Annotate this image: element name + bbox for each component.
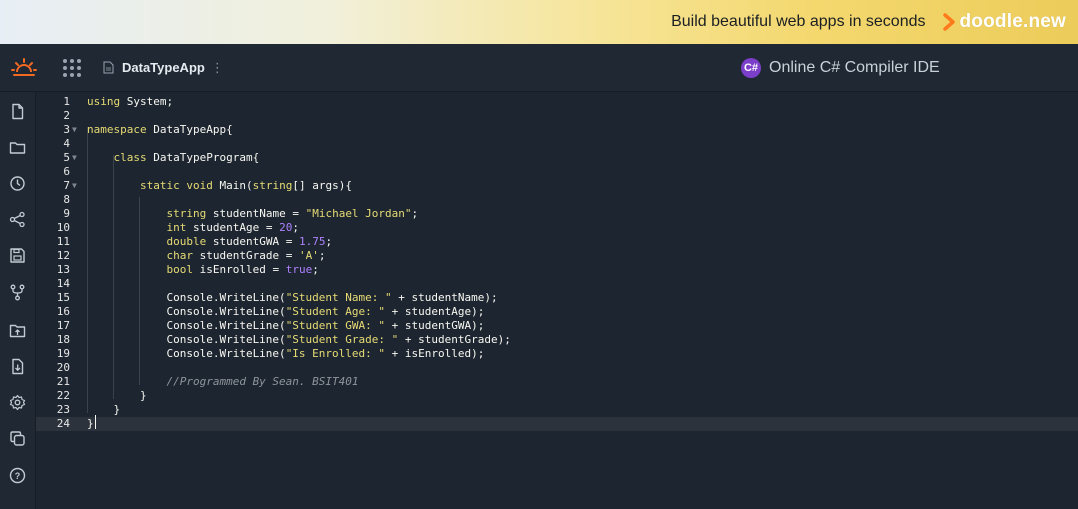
- download-icon[interactable]: [7, 356, 27, 376]
- code-line[interactable]: 3 ▼ namespace DataTypeApp{: [36, 123, 1078, 137]
- line-number: 1: [63, 95, 70, 108]
- code-text: }: [87, 389, 147, 402]
- line-number: 18: [56, 333, 70, 346]
- sunrise-logo-icon[interactable]: [11, 55, 37, 81]
- banner-text: Build beautiful web apps in seconds: [671, 13, 926, 30]
- apps-grid-icon[interactable]: [63, 58, 81, 77]
- fold-toggle-icon[interactable]: ▼: [72, 179, 77, 193]
- code-line[interactable]: 19 Console.WriteLine("Is Enrolled: " + i…: [36, 347, 1078, 361]
- code-line[interactable]: 14: [36, 277, 1078, 291]
- code-text: bool isEnrolled = true;: [166, 263, 319, 276]
- line-number: 3: [63, 123, 70, 136]
- line-number: 10: [56, 221, 70, 234]
- settings-icon[interactable]: [7, 392, 27, 412]
- promo-banner[interactable]: Build beautiful web apps in seconds dood…: [0, 0, 1078, 44]
- line-number: 15: [56, 291, 70, 304]
- line-number: 9: [63, 207, 70, 220]
- folder-icon[interactable]: [7, 137, 27, 157]
- code-line[interactable]: 4: [36, 137, 1078, 151]
- code-text: class DataTypeProgram{: [113, 151, 260, 164]
- code-line[interactable]: 16 Console.WriteLine("Student Age: " + s…: [36, 305, 1078, 319]
- line-number: 24: [56, 417, 70, 430]
- line-number: 20: [56, 361, 70, 374]
- code-line[interactable]: 13 bool isEnrolled = true;: [36, 263, 1078, 277]
- code-line[interactable]: 11 double studentGWA = 1.75;: [36, 235, 1078, 249]
- save-icon[interactable]: [7, 245, 27, 265]
- code-line[interactable]: 6: [36, 165, 1078, 179]
- upload-folder-icon[interactable]: [7, 320, 27, 340]
- line-number: 17: [56, 319, 70, 332]
- line-number: 14: [56, 277, 70, 290]
- text-cursor: [95, 415, 96, 429]
- more-options-icon[interactable]: ⋮: [211, 60, 224, 76]
- code-line[interactable]: 15 Console.WriteLine("Student Name: " + …: [36, 291, 1078, 305]
- code-line[interactable]: 5 ▼ class DataTypeProgram{: [36, 151, 1078, 165]
- svg-text:?: ?: [14, 471, 20, 481]
- code-text: Console.WriteLine("Student Age: " + stud…: [87, 305, 485, 318]
- code-text: //Programmed By Sean. BSIT401: [87, 375, 359, 388]
- code-text: char studentGrade = 'A';: [166, 249, 326, 262]
- line-number: 22: [56, 389, 70, 402]
- code-line[interactable]: 21 //Programmed By Sean. BSIT401: [36, 375, 1078, 389]
- line-number: 7: [63, 179, 70, 192]
- code-line[interactable]: 7 ▼ static void Main(string[] args){: [36, 179, 1078, 193]
- new-file-icon[interactable]: [7, 101, 27, 121]
- fold-toggle-icon[interactable]: ▼: [72, 123, 77, 137]
- file-tab[interactable]: DataTypeApp ⋮: [103, 60, 224, 76]
- code-text: int studentAge = 20;: [166, 221, 299, 234]
- code-line[interactable]: 22 }: [36, 389, 1078, 403]
- line-number: 19: [56, 347, 70, 360]
- csharp-icon: C#: [741, 58, 761, 78]
- document-icon: [103, 61, 114, 74]
- code-text: namespace DataTypeApp{: [87, 123, 233, 136]
- code-line[interactable]: 9 string studentName = "Michael Jordan";: [36, 207, 1078, 221]
- line-number: 13: [56, 263, 70, 276]
- chevron-right-icon: [942, 13, 955, 31]
- code-text: Console.WriteLine("Student Name: " + stu…: [87, 291, 498, 304]
- ide-title: C# Online C# Compiler IDE: [741, 58, 940, 78]
- code-line[interactable]: 2: [36, 109, 1078, 123]
- code-editor[interactable]: 1 using System; 2 3 ▼ namespace DataTypeApp{4…: [36, 92, 1078, 509]
- code-line[interactable]: 8: [36, 193, 1078, 207]
- code-line[interactable]: 23 }: [36, 403, 1078, 417]
- code-line[interactable]: 20: [36, 361, 1078, 375]
- line-number: 8: [63, 193, 70, 206]
- history-icon[interactable]: [7, 173, 27, 193]
- fold-toggle-icon[interactable]: ▼: [72, 151, 77, 165]
- line-number: 11: [56, 235, 70, 248]
- code-text: string studentName = "Michael Jordan";: [166, 207, 419, 220]
- code-line[interactable]: 17 Console.WriteLine("Student GWA: " + s…: [36, 319, 1078, 333]
- line-number: 21: [56, 375, 70, 388]
- code-line[interactable]: 18 Console.WriteLine("Student Grade: " +…: [36, 333, 1078, 347]
- line-number: 2: [63, 109, 70, 122]
- code-text: static void Main(string[] args){: [139, 179, 352, 192]
- code-text: }: [87, 403, 121, 416]
- help-icon[interactable]: ?: [7, 465, 27, 485]
- fork-icon[interactable]: [7, 282, 27, 302]
- line-number: 5: [63, 151, 70, 164]
- file-name: DataTypeApp: [122, 60, 205, 75]
- code-text: double studentGWA = 1.75;: [166, 235, 333, 248]
- brand-name: doodle.new: [959, 11, 1066, 32]
- code-text: Console.WriteLine("Student GWA: " + stud…: [87, 319, 485, 332]
- code-line[interactable]: 10 int studentAge = 20;: [36, 221, 1078, 235]
- code-text: Console.WriteLine("Student Grade: " + st…: [87, 333, 511, 346]
- code-line[interactable]: 12 char studentGrade = 'A';: [36, 249, 1078, 263]
- copy-icon[interactable]: [7, 428, 27, 448]
- code-text: using System;: [87, 95, 174, 108]
- code-line[interactable]: 1 using System;: [36, 95, 1078, 109]
- share-icon[interactable]: [7, 209, 27, 229]
- line-number: 23: [56, 403, 70, 416]
- line-number: 16: [56, 305, 70, 318]
- code-text: Console.WriteLine("Is Enrolled: " + isEn…: [87, 347, 485, 360]
- left-sidebar: ?: [0, 92, 36, 509]
- code-text: }: [87, 417, 94, 430]
- ide-title-text: Online C# Compiler IDE: [769, 59, 940, 76]
- line-number: 6: [63, 165, 70, 178]
- line-number: 12: [56, 249, 70, 262]
- top-header: DataTypeApp ⋮ C# Online C# Compiler IDE: [0, 44, 1078, 92]
- line-number: 4: [63, 137, 70, 150]
- doodle-brand-link[interactable]: doodle.new: [942, 11, 1067, 33]
- code-line[interactable]: 24}: [36, 417, 1078, 431]
